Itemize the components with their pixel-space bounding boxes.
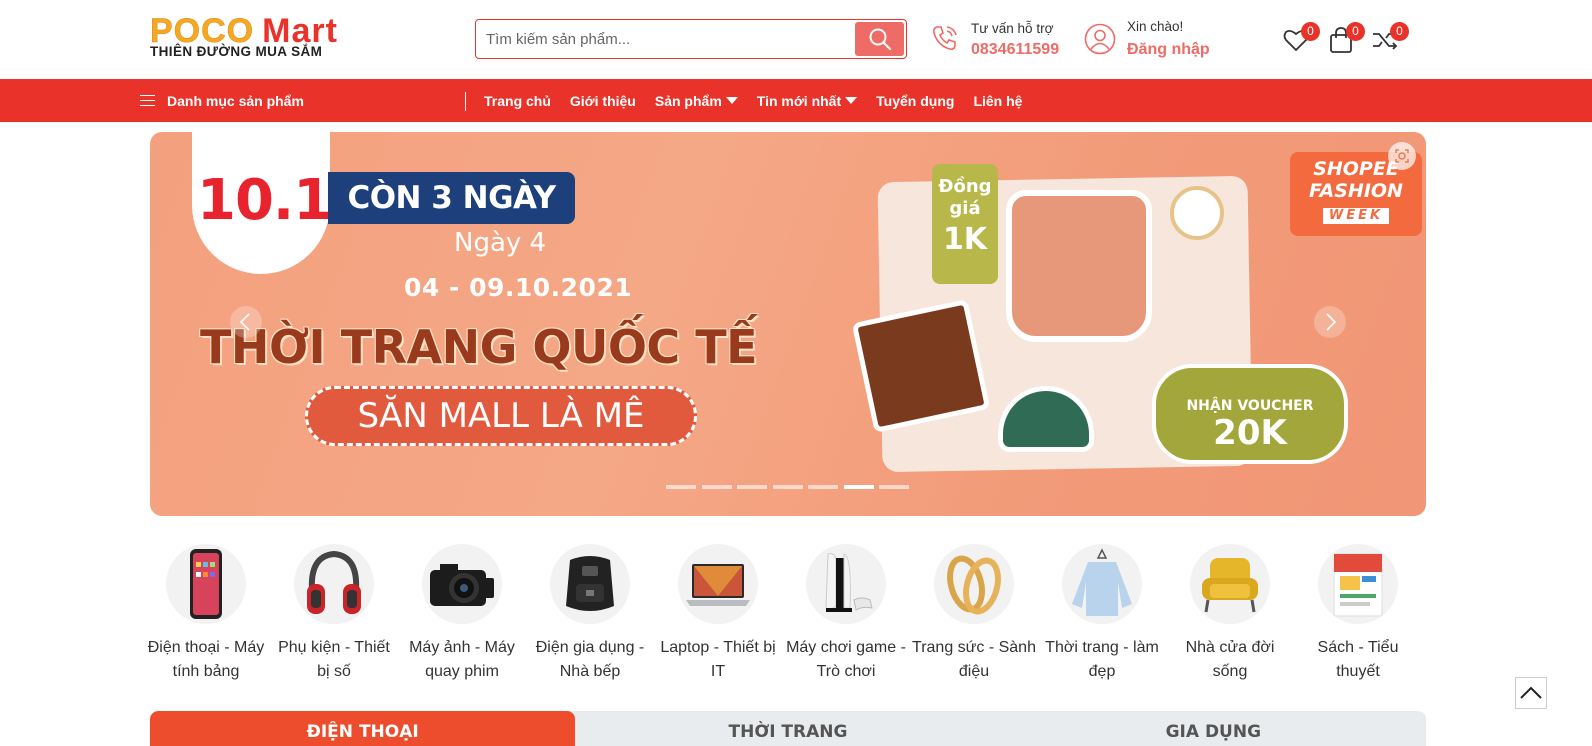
air-fryer-icon xyxy=(566,556,614,611)
product-tabs: ĐIỆN THOẠI THỜI TRANG GIA DỤNG xyxy=(150,711,1426,746)
support-phone[interactable]: 0834611599 xyxy=(971,41,1059,59)
category-item-cameras[interactable]: Máy ảnh - Máy quay phim xyxy=(398,544,526,684)
sweater-icon xyxy=(1072,548,1132,616)
zoom-icon[interactable] xyxy=(1388,142,1416,170)
slider-dot[interactable] xyxy=(808,485,838,489)
banner-countdown: CÒN 3 NGÀY xyxy=(328,172,575,224)
caret-down-icon xyxy=(845,97,858,104)
banner-bra-image xyxy=(1006,190,1152,342)
search-button[interactable] xyxy=(855,22,904,56)
tab-household[interactable]: GIA DỤNG xyxy=(1001,711,1426,746)
armchair-icon xyxy=(1202,558,1258,613)
compare-count: 0 xyxy=(1390,22,1409,41)
slider-dot[interactable] xyxy=(701,485,732,489)
nav-products[interactable]: Sản phẩm xyxy=(655,93,738,109)
nav-news[interactable]: Tin mới nhất xyxy=(757,93,858,109)
game-console-icon xyxy=(825,553,873,612)
caret-down-icon xyxy=(725,97,738,104)
user-icon xyxy=(1084,23,1116,55)
site-logo[interactable]: POCO Mart THIÊN ĐƯỜNG MUA SẮM xyxy=(150,14,430,62)
slider-next-button[interactable] xyxy=(1314,306,1346,338)
chevron-left-icon xyxy=(239,313,250,331)
slider-dot[interactable] xyxy=(772,485,803,489)
chevron-up-icon xyxy=(1520,686,1542,699)
hero-banner-slider[interactable]: 10.10 CÒN 3 NGÀY Ngày 4 04 - 09.10.2021 … xyxy=(150,132,1426,516)
category-menu-label: Danh mục sản phẩm xyxy=(167,92,304,109)
category-item-fashion[interactable]: Thời trang - làm đẹp xyxy=(1038,544,1166,684)
banner-bag-image xyxy=(851,298,991,434)
banner-headline: THỜI TRANG QUỐC TẾ xyxy=(200,320,758,374)
support-label: Tư vấn hỗ trợ xyxy=(971,21,1054,36)
slider-dot-active[interactable] xyxy=(843,485,874,489)
cart-button[interactable]: 0 xyxy=(1327,22,1365,54)
category-item-home[interactable]: Nhà cửa đời sống xyxy=(1166,544,1294,684)
banner-day: Ngày 4 xyxy=(454,228,547,258)
banner-price-tag: Đồng giá 1K xyxy=(932,164,998,284)
slider-dot[interactable] xyxy=(737,485,767,489)
camera-icon xyxy=(430,564,494,606)
category-item-jewelry[interactable]: Trang sức - Sành điệu xyxy=(910,544,1038,684)
greeting-text: Xin chào! xyxy=(1127,19,1184,34)
tab-fashion[interactable]: THỜI TRANG xyxy=(575,711,1000,746)
wishlist-button[interactable]: 0 xyxy=(1282,22,1320,54)
main-navbar: Danh mục sản phẩm Trang chủ Giới thiệu S… xyxy=(0,79,1592,122)
slider-dots xyxy=(666,485,915,489)
chevron-right-icon xyxy=(1326,313,1337,331)
wishlist-count: 0 xyxy=(1301,22,1320,41)
site-header: POCOMart THIÊN ĐƯỜNG MUA SẮM Tư vấn hỗ t… xyxy=(0,0,1592,79)
category-item-phones[interactable]: Điện thoại - Máy tính bảng xyxy=(142,544,270,684)
category-item-books[interactable]: Sách - Tiểu thuyết xyxy=(1294,544,1422,684)
category-strip: Điện thoại - Máy tính bảng Phụ kiện - Thi… xyxy=(142,544,1432,684)
phone-icon xyxy=(190,549,222,619)
compare-button[interactable]: 0 xyxy=(1371,22,1409,54)
category-menu-button[interactable]: Danh mục sản phẩm xyxy=(140,79,304,122)
search-input[interactable] xyxy=(486,28,846,50)
banner-voucher-badge: NHẬN VOUCHER 20K xyxy=(1152,364,1348,464)
headphones-icon xyxy=(307,550,361,614)
nav-contact[interactable]: Liên hệ xyxy=(973,93,1022,109)
category-item-appliances[interactable]: Điện gia dụng - Nhà bếp xyxy=(526,544,654,684)
category-item-laptops[interactable]: Laptop - Thiết bị IT xyxy=(654,544,782,684)
banner-pill: SĂN MALL LÀ MÊ xyxy=(305,386,697,446)
search-icon xyxy=(869,28,891,51)
tab-phones[interactable]: ĐIỆN THOẠI xyxy=(150,711,576,746)
banner-watch-image xyxy=(1170,186,1224,240)
slider-dot[interactable] xyxy=(666,485,696,489)
nav-divider xyxy=(465,92,466,111)
laptop-icon xyxy=(686,564,750,606)
nav-home[interactable]: Trang chủ xyxy=(484,93,551,109)
category-item-gaming[interactable]: Máy chơi game - Trò chơi xyxy=(782,544,910,684)
rings-icon xyxy=(947,555,1001,615)
login-link[interactable]: Đăng nhập xyxy=(1127,41,1210,59)
nav-careers[interactable]: Tuyển dụng xyxy=(876,93,954,109)
back-to-top-button[interactable] xyxy=(1515,677,1547,709)
hamburger-icon xyxy=(140,94,155,107)
search-box xyxy=(475,19,907,59)
phone-call-icon xyxy=(933,26,957,50)
slider-dot[interactable] xyxy=(879,485,909,489)
nav-about[interactable]: Giới thiệu xyxy=(570,93,636,109)
book-icon xyxy=(1333,553,1383,617)
logo-tagline: THIÊN ĐƯỜNG MUA SẮM xyxy=(150,44,323,59)
slider-prev-button[interactable] xyxy=(230,306,262,338)
banner-date-range: 04 - 09.10.2021 xyxy=(404,273,633,302)
nav-links: Trang chủ Giới thiệu Sản phẩm Tin mới nh… xyxy=(484,79,1041,122)
category-item-accessories[interactable]: Phụ kiện - Thiết bị số xyxy=(270,544,398,684)
cart-count: 0 xyxy=(1346,22,1365,41)
